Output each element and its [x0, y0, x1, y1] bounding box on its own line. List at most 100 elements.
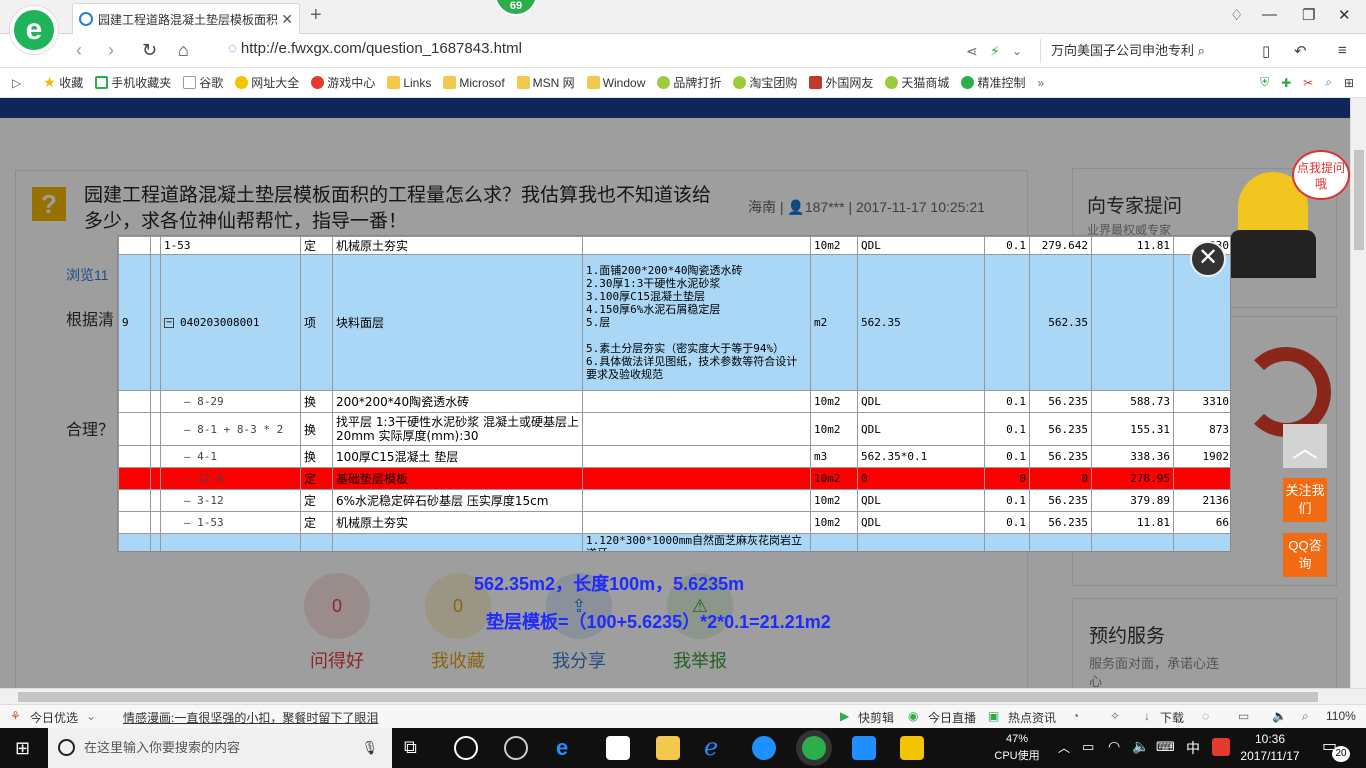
task-view-icon[interactable]: ⧉	[404, 737, 417, 758]
more-bookmarks-icon[interactable]: »	[1037, 76, 1044, 90]
news-ticker-link[interactable]: 情感漫画:一直很坚强的小扣，聚餐时留下了眼泪	[123, 709, 378, 726]
menu-icon[interactable]: ≡	[1338, 42, 1347, 59]
minimize-icon[interactable]: —	[1262, 6, 1277, 23]
collapse-icon[interactable]: −	[164, 318, 174, 328]
bookmark-windows[interactable]: Window	[586, 76, 645, 90]
search-input[interactable]: 万向美国子公司申池专利 ⌕	[1040, 39, 1245, 63]
bookmark-google[interactable]: 谷歌	[183, 74, 223, 91]
tab-close-icon[interactable]: ✕	[281, 11, 293, 28]
ime-indicator[interactable]: 中	[1186, 738, 1200, 758]
tab-title: 园建工程道路混凝土垫层模板面积	[98, 12, 278, 27]
notes-icon[interactable]	[900, 736, 924, 760]
phone-icon	[95, 76, 109, 89]
app-icon[interactable]	[852, 736, 876, 760]
bookmark-mobile[interactable]: 手机收藏夹	[95, 74, 171, 91]
volume-icon[interactable]: 🔈	[1132, 738, 1149, 755]
bookmark-taobao[interactable]: 淘宝团购	[733, 74, 797, 91]
browser-icon[interactable]: ◌	[1202, 709, 1209, 723]
status-bar: ⚘ 今日优选 ⌄ 情感漫画:一直很坚强的小扣，聚餐时留下了眼泪 ▶ 快剪辑 ◉ …	[0, 704, 1366, 728]
sidebar-toggle-icon[interactable]: ▷	[12, 76, 21, 90]
image-viewer: 1-53 定 机械原土夯实 10m2 QDL 0.1 279.642 11.81…	[117, 235, 1231, 552]
hot-news-link[interactable]: 热点资讯	[1008, 709, 1056, 726]
zoom-level[interactable]: 110%	[1326, 709, 1356, 723]
bookmark-msn[interactable]: MSN 网	[516, 74, 575, 91]
edge-icon[interactable]: e	[556, 736, 580, 760]
window-icon[interactable]: ▭	[1238, 709, 1249, 723]
folder-icon	[443, 76, 457, 89]
scissors-icon[interactable]: ✂	[1303, 76, 1313, 90]
app-icon[interactable]	[752, 736, 776, 760]
forward-icon[interactable]: ›	[108, 40, 114, 61]
answer-line-1: 562.35m2，长度100m，5.6235m	[474, 574, 745, 594]
home-icon[interactable]: ⌂	[178, 40, 189, 61]
bookmark-favorites[interactable]: ★ 收藏	[43, 74, 83, 91]
ie-icon[interactable]: ℯ	[704, 736, 728, 760]
chevron-up-icon[interactable]: ︿	[1058, 739, 1070, 756]
notification-badge[interactable]: 69	[494, 0, 538, 16]
browser-logo-icon[interactable]: e	[10, 6, 58, 54]
bookmark-games[interactable]: 游戏中心	[311, 74, 375, 91]
360-browser-icon[interactable]	[802, 736, 826, 760]
leaf-icon	[733, 76, 747, 89]
microphone-icon[interactable]: 🎙	[361, 728, 378, 768]
refresh-icon[interactable]: ↻	[142, 40, 157, 61]
today-picks-link[interactable]: 今日优选	[30, 709, 78, 726]
live-icon: ◉	[908, 709, 919, 723]
app-icon[interactable]	[454, 736, 478, 760]
follow-us-button[interactable]: 关注我们	[1283, 478, 1327, 522]
plus-icon[interactable]: ✚	[1281, 76, 1291, 90]
bookmark-brand-sale[interactable]: 品牌打折	[657, 74, 721, 91]
horizontal-scrollbar[interactable]	[0, 688, 1366, 704]
shield-icon[interactable]: ⛨	[1260, 75, 1269, 90]
store-icon[interactable]	[606, 736, 630, 760]
browser-tab[interactable]: 园建工程道路混凝土垫层模板面积 ✕	[72, 3, 300, 34]
back-to-top-button[interactable]: ︿	[1283, 424, 1327, 468]
bookmark-tmall[interactable]: 天猫商城	[885, 74, 949, 91]
window-close-icon[interactable]: ✕	[1338, 6, 1351, 24]
taskbar-clock[interactable]: 10:36 2017/11/17	[1238, 731, 1302, 765]
bookmark-sites[interactable]: 网址大全	[235, 74, 299, 91]
modal-close-button[interactable]: ✕	[1190, 241, 1226, 277]
bookmark-precise[interactable]: 精准控制	[961, 74, 1025, 91]
download-link[interactable]: 下载	[1160, 709, 1184, 726]
chevron-down-icon[interactable]: ⌄	[1012, 44, 1022, 58]
back-icon[interactable]: ‹	[76, 40, 82, 61]
quick-edit-link[interactable]: 快剪辑	[858, 709, 894, 726]
folder-icon	[387, 76, 401, 89]
lightning-icon[interactable]: ⚡	[990, 43, 1000, 60]
restore-icon[interactable]: ❐	[1302, 6, 1315, 24]
scroll-thumb[interactable]	[1354, 150, 1364, 250]
taskbar-search-input[interactable]: 在这里输入你要搜索的内容 🎙	[48, 728, 392, 768]
scroll-thumb[interactable]	[18, 692, 1318, 702]
sogou-icon[interactable]	[1212, 738, 1230, 756]
mobile-icon[interactable]: ▯	[1262, 42, 1270, 60]
shirt-icon[interactable]: ♢	[1230, 6, 1243, 24]
table-row: 1-53 定 机械原土夯实 10m2 QDL 0.1 279.642 11.81…	[118, 236, 1230, 255]
keyboard-icon[interactable]: ⌨	[1156, 739, 1175, 755]
wifi-icon[interactable]: ◠	[1108, 738, 1120, 755]
speed-icon[interactable]: ◔	[1072, 709, 1079, 723]
sound-icon[interactable]: 🔈	[1272, 709, 1287, 723]
bookmark-foreign[interactable]: 外国网友	[809, 74, 873, 91]
battery-icon[interactable]: ▭	[1082, 739, 1094, 755]
share-icon[interactable]: ⋖	[966, 43, 978, 60]
qq-consult-button[interactable]: QQ咨询	[1283, 533, 1327, 577]
pin-icon[interactable]: ✧	[1110, 709, 1120, 723]
app-icon[interactable]	[504, 736, 528, 760]
ask-mascot[interactable]: 点我提问哦	[1230, 150, 1350, 278]
grid-icon[interactable]: ⊞	[1344, 76, 1354, 90]
search-tool-icon[interactable]: ⌕	[1325, 75, 1332, 90]
chevron-down-icon[interactable]: ⌄	[86, 709, 96, 723]
undo-icon[interactable]: ↶	[1294, 42, 1307, 60]
file-explorer-icon[interactable]	[656, 736, 680, 760]
bookmark-microsoft[interactable]: Microsof	[443, 76, 505, 90]
new-tab-icon[interactable]: +	[310, 4, 322, 27]
windows-start-icon[interactable]: ⊞	[15, 738, 30, 759]
bookmark-links[interactable]: Links	[387, 76, 431, 90]
live-link[interactable]: 今日直播	[928, 709, 976, 726]
url-field[interactable]: ◌ http://e.fwxgx.com/question_1687843.htm…	[228, 40, 522, 57]
search-icon[interactable]: ⌕	[1198, 43, 1205, 58]
cpu-usage[interactable]: 47% CPU使用	[990, 731, 1044, 765]
address-bar: ‹ › ↻ ⌂ ◌ http://e.fwxgx.com/question_168…	[0, 34, 1366, 68]
vertical-scrollbar[interactable]	[1350, 98, 1366, 688]
